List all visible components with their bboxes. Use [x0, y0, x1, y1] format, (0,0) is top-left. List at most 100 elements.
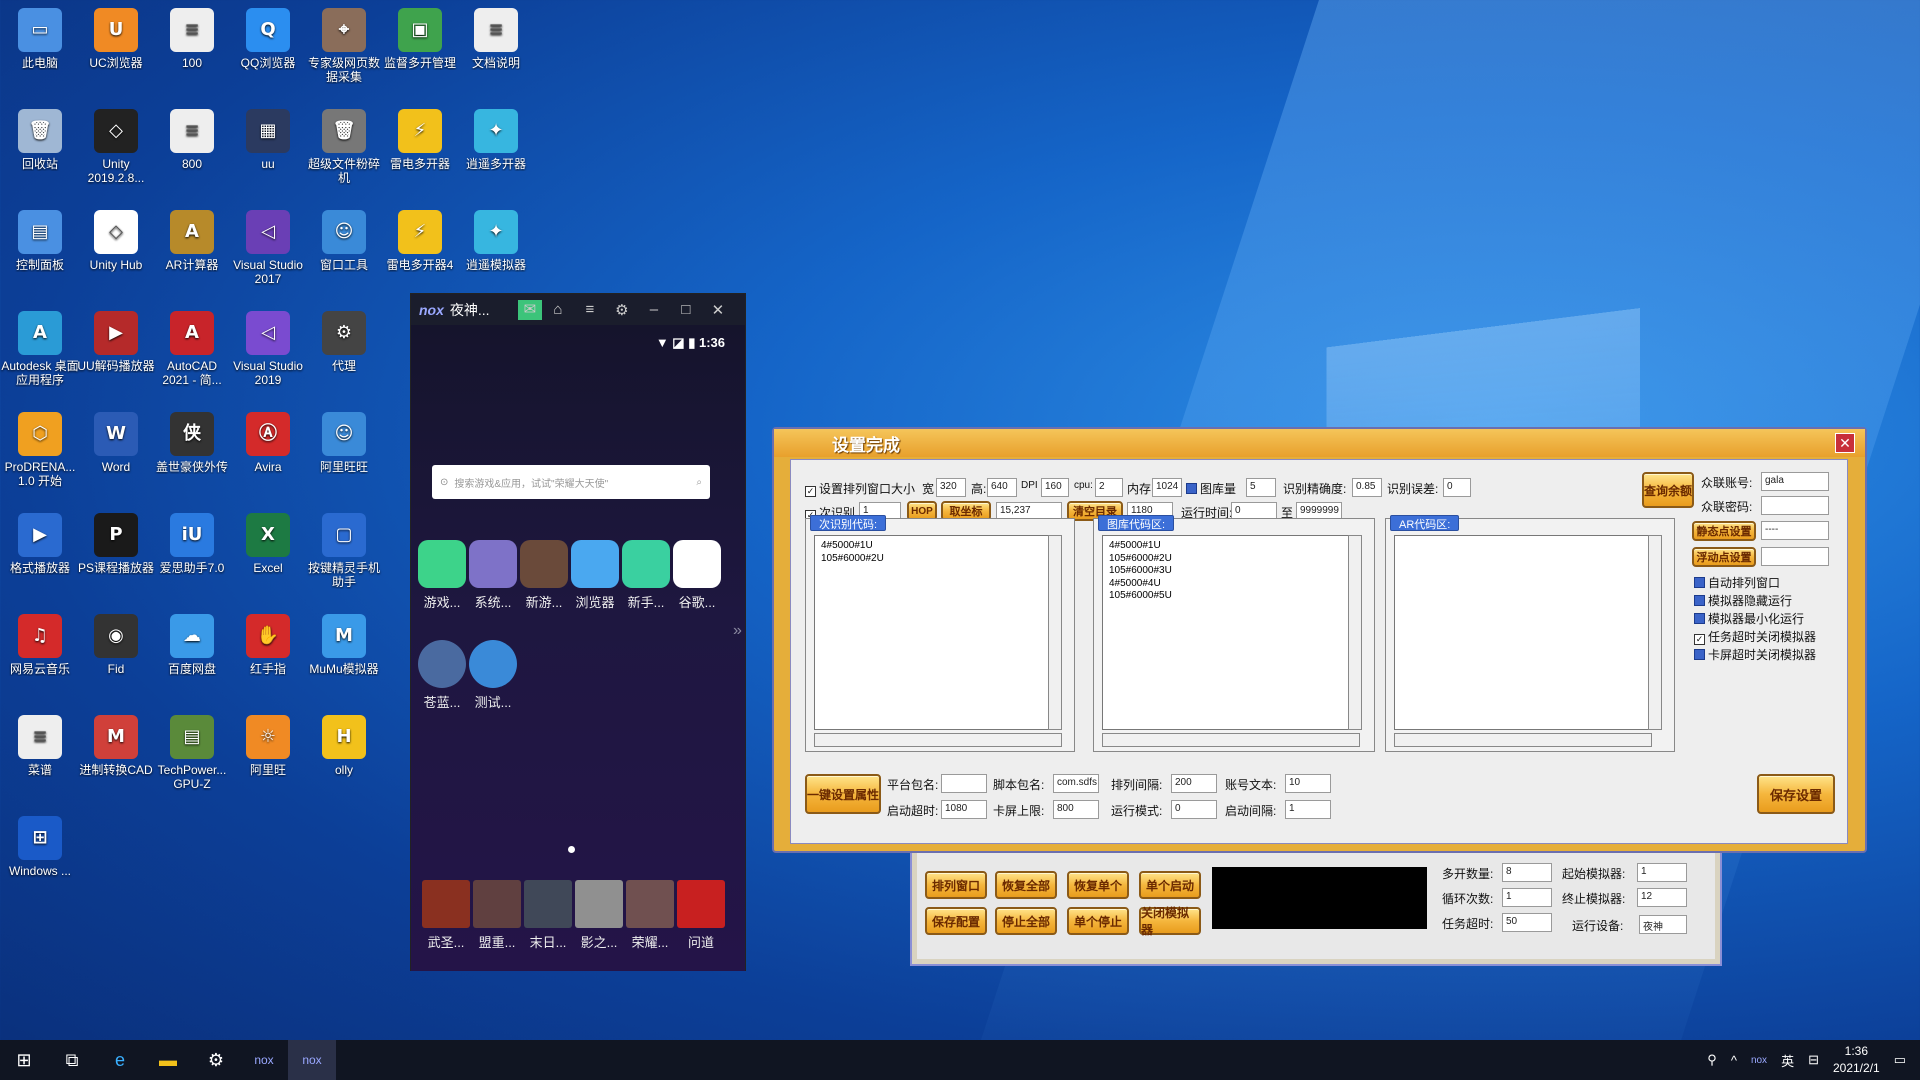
- keyboard-icon[interactable]: ⊟: [1808, 1052, 1819, 1068]
- script-pkg-input[interactable]: com.sdfs: [1053, 774, 1099, 793]
- dpi-input[interactable]: 160: [1041, 478, 1069, 497]
- ime-indicator[interactable]: 英: [1781, 1051, 1794, 1070]
- desktop-icon[interactable]: ✦ 逍遥多开器: [456, 109, 536, 171]
- desktop-icon[interactable]: ⚙ 代理: [304, 311, 384, 373]
- desktop-icon[interactable]: ☁ 百度网盘: [152, 614, 232, 676]
- stop-all-button[interactable]: 停止全部: [995, 907, 1057, 935]
- query-balance-button[interactable]: 查询余额: [1642, 472, 1694, 508]
- game-app[interactable]: 末日...: [522, 880, 574, 951]
- desktop-icon[interactable]: 🗑 回收站: [0, 109, 80, 171]
- clock[interactable]: 1:36 2021/2/1: [1833, 1043, 1880, 1077]
- vertical-scrollbar[interactable]: [1648, 535, 1662, 730]
- desktop-icon[interactable]: iU 爱思助手7.0: [152, 513, 232, 575]
- desktop-icon[interactable]: Q QQ浏览器: [228, 8, 308, 70]
- desktop-icon[interactable]: ≡ 文档说明: [456, 8, 536, 70]
- static-point-input[interactable]: ----: [1761, 521, 1829, 540]
- memory-input[interactable]: 1024: [1152, 478, 1182, 497]
- game-app[interactable]: 问道: [675, 880, 727, 951]
- desktop-icon[interactable]: ♫ 网易云音乐: [0, 614, 80, 676]
- android-app[interactable]: 浏览器: [569, 540, 621, 611]
- recognize-code-textarea[interactable]: 4#5000#1U 105#6000#2U: [814, 535, 1062, 730]
- desktop-icon[interactable]: 🗑 超级文件粉碎机: [304, 109, 384, 185]
- desktop-icon[interactable]: ☺ 阿里旺旺: [304, 412, 384, 474]
- option-checkbox[interactable]: ✓ 任务超时关闭模拟器: [1694, 628, 1816, 645]
- desktop-icon[interactable]: ☺ 窗口工具: [304, 210, 384, 272]
- library-checkbox[interactable]: 图库量: [1186, 480, 1236, 497]
- account-input[interactable]: gala: [1761, 472, 1829, 491]
- vertical-scrollbar[interactable]: [1348, 535, 1362, 730]
- close-icon[interactable]: ✕: [702, 301, 734, 319]
- task-view-icon[interactable]: ⧉: [48, 1040, 96, 1080]
- desktop-icon[interactable]: ⌖ 专家级网页数据采集: [304, 8, 384, 84]
- desktop-icon[interactable]: Holly: [304, 715, 384, 777]
- desktop-icon[interactable]: ◇ Unity Hub: [76, 210, 156, 272]
- android-app[interactable]: 苍蓝...: [416, 640, 468, 711]
- game-app[interactable]: 武圣...: [420, 880, 472, 951]
- end-emulator-input[interactable]: 12: [1637, 888, 1687, 907]
- minimize-icon[interactable]: –: [638, 301, 670, 318]
- desktop-icon[interactable]: M MuMu模拟器: [304, 614, 384, 676]
- android-app[interactable]: 谷歌...: [671, 540, 723, 611]
- desktop-icon[interactable]: ▶ UU解码播放器: [76, 311, 156, 373]
- desktop-icon[interactable]: M 进制转换CAD: [76, 715, 156, 777]
- option-checkbox[interactable]: 模拟器最小化运行: [1694, 610, 1804, 627]
- desktop-icon[interactable]: ▣ 监督多开管理: [380, 8, 460, 70]
- error-input[interactable]: 0: [1443, 478, 1471, 497]
- desktop-icon[interactable]: U UC浏览器: [76, 8, 156, 70]
- desktop-icon[interactable]: ◁ Visual Studio 2017: [228, 210, 308, 286]
- arrange-size-checkbox[interactable]: ✓ 设置排列窗口大小: [805, 480, 915, 497]
- desktop-icon[interactable]: ≡ 800: [152, 109, 232, 171]
- desktop-icon[interactable]: W Word: [76, 412, 156, 474]
- single-start-button[interactable]: 单个启动: [1139, 871, 1201, 899]
- vertical-scrollbar[interactable]: [1048, 535, 1062, 730]
- notification-icon[interactable]: ▭: [1894, 1052, 1906, 1068]
- desktop-icon[interactable]: P PS课程播放器: [76, 513, 156, 575]
- horizontal-scrollbar[interactable]: [1102, 733, 1360, 747]
- desktop-icon[interactable]: ▢ 按键精灵手机助手: [304, 513, 384, 589]
- desktop-icon[interactable]: ≡ 菜谱: [0, 715, 80, 777]
- desktop-icon[interactable]: ▤ TechPower... GPU-Z: [152, 715, 232, 791]
- loop-count-input[interactable]: 1: [1502, 888, 1552, 907]
- desktop-icon[interactable]: ✋ 红手指: [228, 614, 308, 676]
- home-icon[interactable]: ⌂: [542, 301, 574, 318]
- option-checkbox[interactable]: 自动排列窗口: [1694, 574, 1780, 591]
- float-point-input[interactable]: [1761, 547, 1829, 566]
- desktop-icon[interactable]: ☼ 阿里旺: [228, 715, 308, 777]
- android-app[interactable]: 系统...: [467, 540, 519, 611]
- arrange-interval-input[interactable]: 200: [1171, 774, 1217, 793]
- save-settings-button[interactable]: 保存设置: [1757, 774, 1835, 814]
- desktop-icon[interactable]: Ⓐ Avira: [228, 412, 308, 474]
- one-key-set-button[interactable]: 一键设置属性: [805, 774, 881, 814]
- desktop-icon[interactable]: A AutoCAD 2021 - 简...: [152, 311, 232, 387]
- password-input[interactable]: [1761, 496, 1829, 515]
- close-icon[interactable]: ✕: [1835, 433, 1855, 453]
- restore-single-button[interactable]: 恢复单个: [1067, 871, 1129, 899]
- desktop-icon[interactable]: A Autodesk 桌面应用程序: [0, 311, 80, 387]
- start-interval-input[interactable]: 1: [1285, 800, 1331, 819]
- desktop-icon[interactable]: ⊞ Windows ...: [0, 816, 80, 878]
- arrange-windows-button[interactable]: 排列窗口: [925, 871, 987, 899]
- game-app[interactable]: 荣耀...: [624, 880, 676, 951]
- android-app[interactable]: 测试...: [467, 640, 519, 711]
- desktop-icon[interactable]: ◇ Unity 2019.2.8...: [76, 109, 156, 185]
- start-timeout-input[interactable]: 1080: [941, 800, 987, 819]
- close-emulator-button[interactable]: 关闭模拟器: [1139, 906, 1201, 937]
- static-point-button[interactable]: 静态点设置: [1692, 521, 1756, 541]
- width-input[interactable]: 320: [936, 478, 966, 497]
- desktop-icon[interactable]: ⚡ 雷电多开器4: [380, 210, 460, 272]
- gear-icon[interactable]: ⚙: [606, 301, 638, 319]
- android-app[interactable]: 游戏...: [416, 540, 468, 611]
- run-mode-input[interactable]: 0: [1171, 800, 1217, 819]
- side-expand-icon[interactable]: »: [733, 622, 742, 640]
- accuracy-input[interactable]: 0.85: [1352, 478, 1382, 497]
- desktop-icon[interactable]: A AR计算器: [152, 210, 232, 272]
- start-icon[interactable]: ⊞: [0, 1040, 48, 1080]
- float-point-button[interactable]: 浮动点设置: [1692, 547, 1756, 567]
- library-input[interactable]: 5: [1246, 478, 1276, 497]
- desktop-icon[interactable]: X Excel: [228, 513, 308, 575]
- desktop-icon[interactable]: ⬡ ProDRENA... 1.0 开始: [0, 412, 80, 488]
- desktop-icon[interactable]: ◉ Fid: [76, 614, 156, 676]
- horizontal-scrollbar[interactable]: [1394, 733, 1652, 747]
- task-timeout-input[interactable]: 50: [1502, 913, 1552, 932]
- platform-pkg-input[interactable]: [941, 774, 987, 793]
